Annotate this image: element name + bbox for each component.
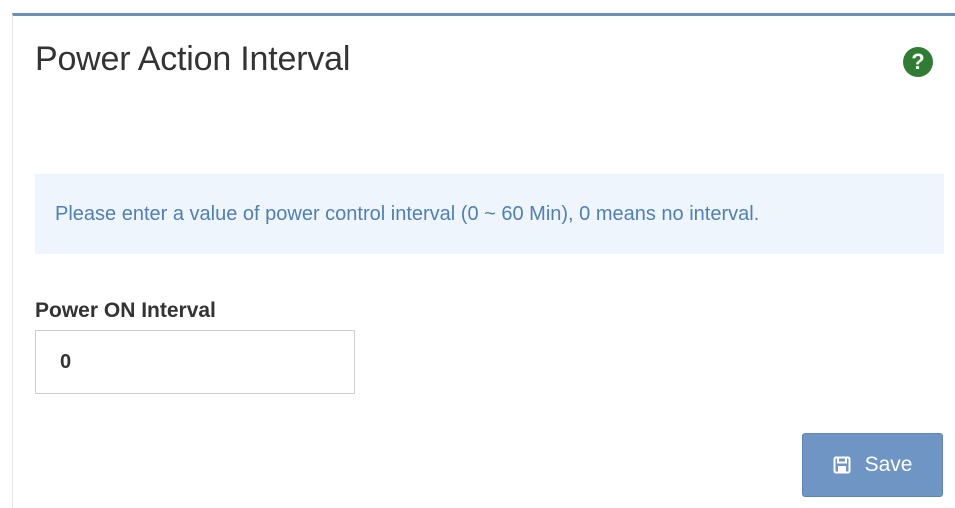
power-action-interval-panel: Power Action Interval ? Please enter a v… (12, 13, 955, 508)
info-text: Please enter a value of power control in… (55, 202, 760, 225)
floppy-disk-icon (833, 456, 851, 474)
save-button-label: Save (864, 453, 913, 476)
help-question-icon[interactable]: ? (903, 47, 933, 77)
save-button[interactable]: Save (802, 433, 943, 497)
power-on-interval-input[interactable] (35, 330, 355, 394)
power-on-interval-label: Power ON Interval (35, 299, 216, 322)
page-title: Power Action Interval (35, 40, 351, 78)
info-callout: Please enter a value of power control in… (35, 174, 944, 254)
